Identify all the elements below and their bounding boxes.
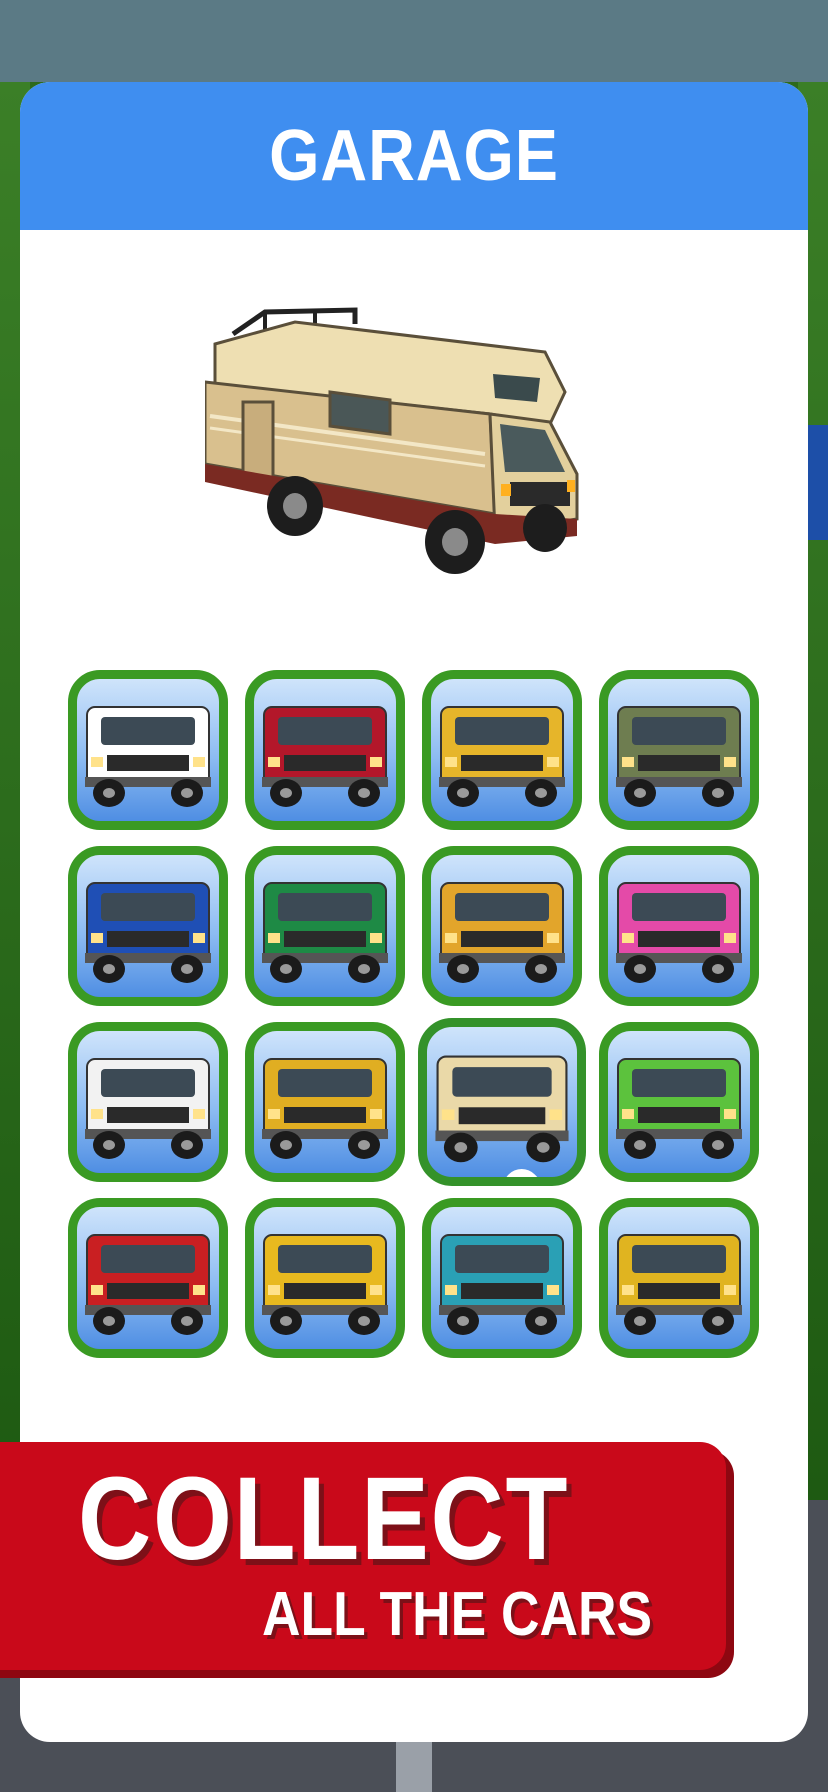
scene-sky: [0, 0, 828, 82]
hero-camper-van: [205, 307, 579, 574]
selected-checkmark-icon: [506, 1169, 538, 1177]
bulldozer-icon: [616, 1058, 742, 1159]
banner-headline: COLLECT: [78, 1453, 570, 1585]
vehicle-tile-red-pickup[interactable]: [245, 670, 405, 830]
vehicle-tile-dump-truck[interactable]: [245, 1198, 405, 1358]
ambulance-icon: [85, 1058, 211, 1159]
vehicle-tile-box-truck[interactable]: [68, 670, 228, 830]
yellow-pickup-icon: [262, 1058, 388, 1159]
vehicle-tile-yellow-pickup[interactable]: [245, 1022, 405, 1182]
vehicle-tile-pink-truck[interactable]: [599, 846, 759, 1006]
blue-bus-icon: [85, 882, 211, 983]
scene-lane-marking: [396, 1740, 432, 1792]
vehicle-tile-army-jeep[interactable]: [599, 670, 759, 830]
vehicle-tile-cement-mixer[interactable]: [599, 1198, 759, 1358]
vehicle-tile-teal-semi[interactable]: [422, 1198, 582, 1358]
banner-subheadline: ALL THE CARS: [262, 1580, 653, 1649]
vehicle-tile-green-sports-car[interactable]: [245, 846, 405, 1006]
vehicle-tile-taxi[interactable]: [422, 670, 582, 830]
vehicle-tile-camper-van[interactable]: [418, 1018, 586, 1186]
vehicle-grid: [68, 670, 760, 1358]
red-pickup-icon: [262, 706, 388, 807]
vehicle-tile-blue-bus[interactable]: [68, 846, 228, 1006]
scene-road-sign: [808, 425, 828, 540]
cement-mixer-icon: [616, 1234, 742, 1335]
vehicle-tile-monster-truck[interactable]: [422, 846, 582, 1006]
pink-truck-icon: [616, 882, 742, 983]
army-jeep-icon: [616, 706, 742, 807]
vehicle-tile-fire-truck[interactable]: [68, 1198, 228, 1358]
vehicle-tile-bulldozer[interactable]: [599, 1022, 759, 1182]
garage-header: GARAGE: [20, 82, 808, 230]
garage-title: GARAGE: [269, 116, 559, 196]
teal-semi-icon: [439, 1234, 565, 1335]
taxi-icon: [439, 706, 565, 807]
monster-truck-icon: [439, 882, 565, 983]
dump-truck-icon: [262, 1234, 388, 1335]
fire-truck-icon: [85, 1234, 211, 1335]
green-sports-car-icon: [262, 882, 388, 983]
box-truck-icon: [85, 706, 211, 807]
vehicle-tile-ambulance[interactable]: [68, 1022, 228, 1182]
